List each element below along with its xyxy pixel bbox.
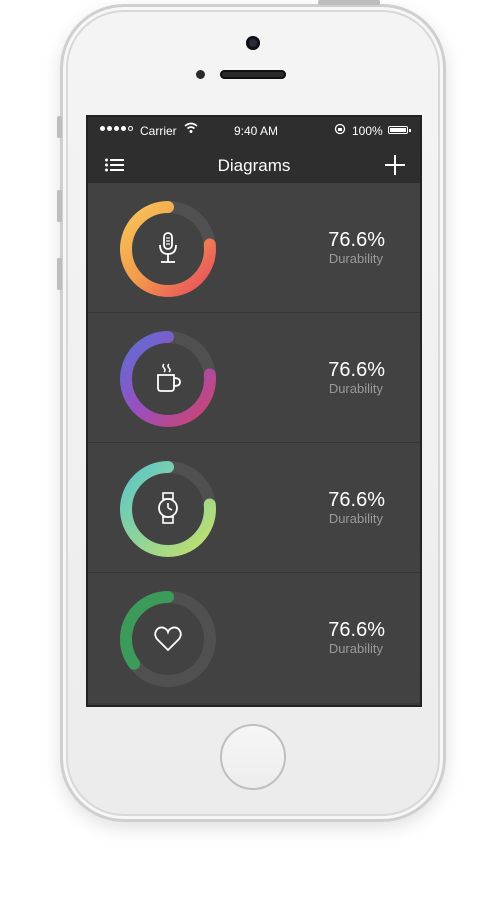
list-item[interactable]: 76.6% Durability bbox=[88, 313, 420, 443]
rotation-lock-icon bbox=[334, 123, 346, 135]
durability-label: Durability bbox=[328, 381, 383, 396]
clock: 9:40 AM bbox=[234, 124, 279, 138]
microphone-icon bbox=[159, 232, 177, 263]
silent-switch bbox=[57, 116, 62, 138]
list-item[interactable]: 76.6% Durability bbox=[88, 443, 420, 573]
page-title: Diagrams bbox=[217, 156, 291, 175]
power-button bbox=[318, 0, 380, 5]
durability-value: 76.6% bbox=[328, 619, 385, 641]
battery-icon bbox=[388, 126, 411, 134]
volume-down-button bbox=[57, 258, 62, 290]
carrier-label: Carrier bbox=[140, 124, 177, 138]
durability-value: 76.6% bbox=[328, 229, 385, 251]
status-bar: Carrier 9:40 AM 100% bbox=[88, 117, 420, 147]
home-button[interactable] bbox=[220, 724, 286, 790]
battery-percent: 100% bbox=[352, 124, 383, 138]
signal-icon bbox=[100, 126, 133, 131]
navigation-bar: Diagrams bbox=[88, 147, 420, 183]
screen: Carrier 9:40 AM 100% Diagrams 76.6% Dura… bbox=[88, 117, 420, 705]
wifi-icon bbox=[184, 122, 198, 133]
coffee-cup-icon bbox=[157, 363, 181, 392]
front-camera bbox=[246, 36, 260, 50]
heart-icon bbox=[154, 626, 182, 652]
durability-value: 76.6% bbox=[328, 489, 385, 511]
volume-up-button bbox=[57, 190, 62, 222]
list-item[interactable]: 76.6% Durability bbox=[88, 573, 420, 703]
list-item[interactable]: 76.6% Durability bbox=[88, 183, 420, 313]
durability-label: Durability bbox=[328, 641, 383, 656]
earpiece-speaker bbox=[220, 70, 286, 79]
durability-label: Durability bbox=[328, 251, 383, 266]
watch-icon bbox=[158, 492, 178, 524]
durability-value: 76.6% bbox=[328, 359, 385, 381]
diagram-list: 76.6% Durability 76.6% Durability 76.6% … bbox=[88, 183, 420, 703]
plus-icon[interactable] bbox=[384, 154, 406, 176]
durability-label: Durability bbox=[328, 511, 383, 526]
proximity-sensor bbox=[196, 70, 205, 79]
